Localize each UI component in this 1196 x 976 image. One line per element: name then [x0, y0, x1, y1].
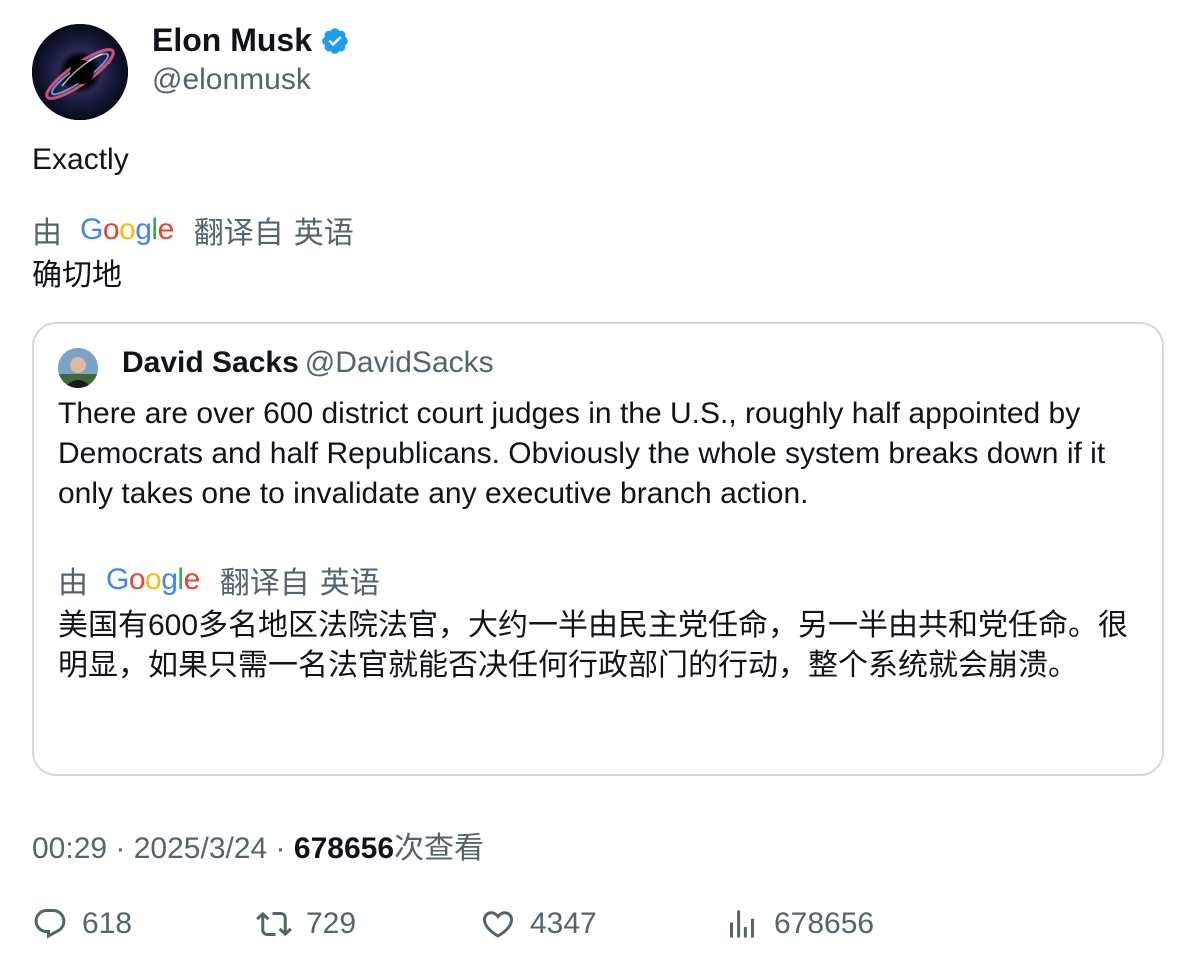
quoted-tweet-card[interactable]: David Sacks @DavidSacks There are over 60… — [32, 322, 1164, 776]
translation-source-language: 英语 — [293, 217, 354, 250]
quote-author-handle[interactable]: @DavidSacks — [305, 346, 494, 379]
tweet-text: Exactly — [32, 143, 129, 176]
quote-translated-text: 美国有600多名地区法院法官，大约一半由民主党任命，另一半由共和党任命。很明显，… — [58, 609, 1129, 682]
tweet-time[interactable]: 00:29 — [32, 832, 107, 865]
black-hole-avatar-icon — [32, 24, 128, 120]
heart-icon — [482, 911, 514, 938]
retweet-button[interactable]: 729 — [256, 906, 356, 942]
tweet-meta: 00:29 · 2025/3/24 · 678656次查看 — [32, 823, 484, 867]
quote-translation-prefix: 由 — [58, 567, 88, 600]
tweet-translated-text: 确切地 — [32, 259, 122, 292]
translation-attribution: 由 Google 翻译自 英语 — [32, 208, 354, 252]
like-button[interactable]: 4347 — [480, 906, 597, 942]
quote-translation-source-language: 英语 — [319, 567, 380, 600]
author-name-row[interactable]: Elon Musk — [152, 22, 350, 59]
reply-icon — [34, 909, 66, 939]
translation-prefix: 由 — [32, 217, 62, 250]
like-count: 4347 — [530, 907, 597, 940]
quote-author[interactable]: David Sacks @DavidSacks — [122, 346, 494, 380]
retweet-count: 729 — [306, 907, 357, 940]
google-logo-icon: Google — [80, 213, 174, 246]
reply-button[interactable]: 618 — [32, 906, 132, 942]
person-avatar-icon — [58, 348, 98, 388]
translation-label: 翻译自 — [193, 217, 284, 250]
views-count: 678656 — [774, 907, 875, 940]
author-handle[interactable]: @elonmusk — [152, 63, 311, 97]
google-logo-icon: Google — [106, 563, 200, 596]
analytics-bar-chart-icon — [730, 910, 754, 938]
quote-author-avatar[interactable] — [58, 348, 98, 388]
quote-translation-label: 翻译自 — [219, 567, 310, 600]
quote-author-name[interactable]: David Sacks — [122, 346, 299, 379]
view-count: 678656 — [293, 832, 394, 865]
quote-text: There are over 600 district court judges… — [58, 397, 1106, 510]
verified-badge-icon — [322, 27, 348, 54]
views-button[interactable]: 678656 — [724, 906, 874, 942]
meta-separator: · — [107, 832, 134, 865]
retweet-icon — [256, 911, 292, 937]
meta-separator: · — [267, 832, 294, 865]
reply-count: 618 — [82, 907, 133, 940]
author-name[interactable]: Elon Musk — [152, 22, 312, 59]
tweet-date[interactable]: 2025/3/24 — [134, 832, 267, 865]
author-avatar[interactable] — [32, 24, 128, 120]
quote-translation-attribution: 由 Google 翻译自 英语 — [58, 558, 380, 602]
view-count-label: 次查看 — [394, 832, 484, 865]
